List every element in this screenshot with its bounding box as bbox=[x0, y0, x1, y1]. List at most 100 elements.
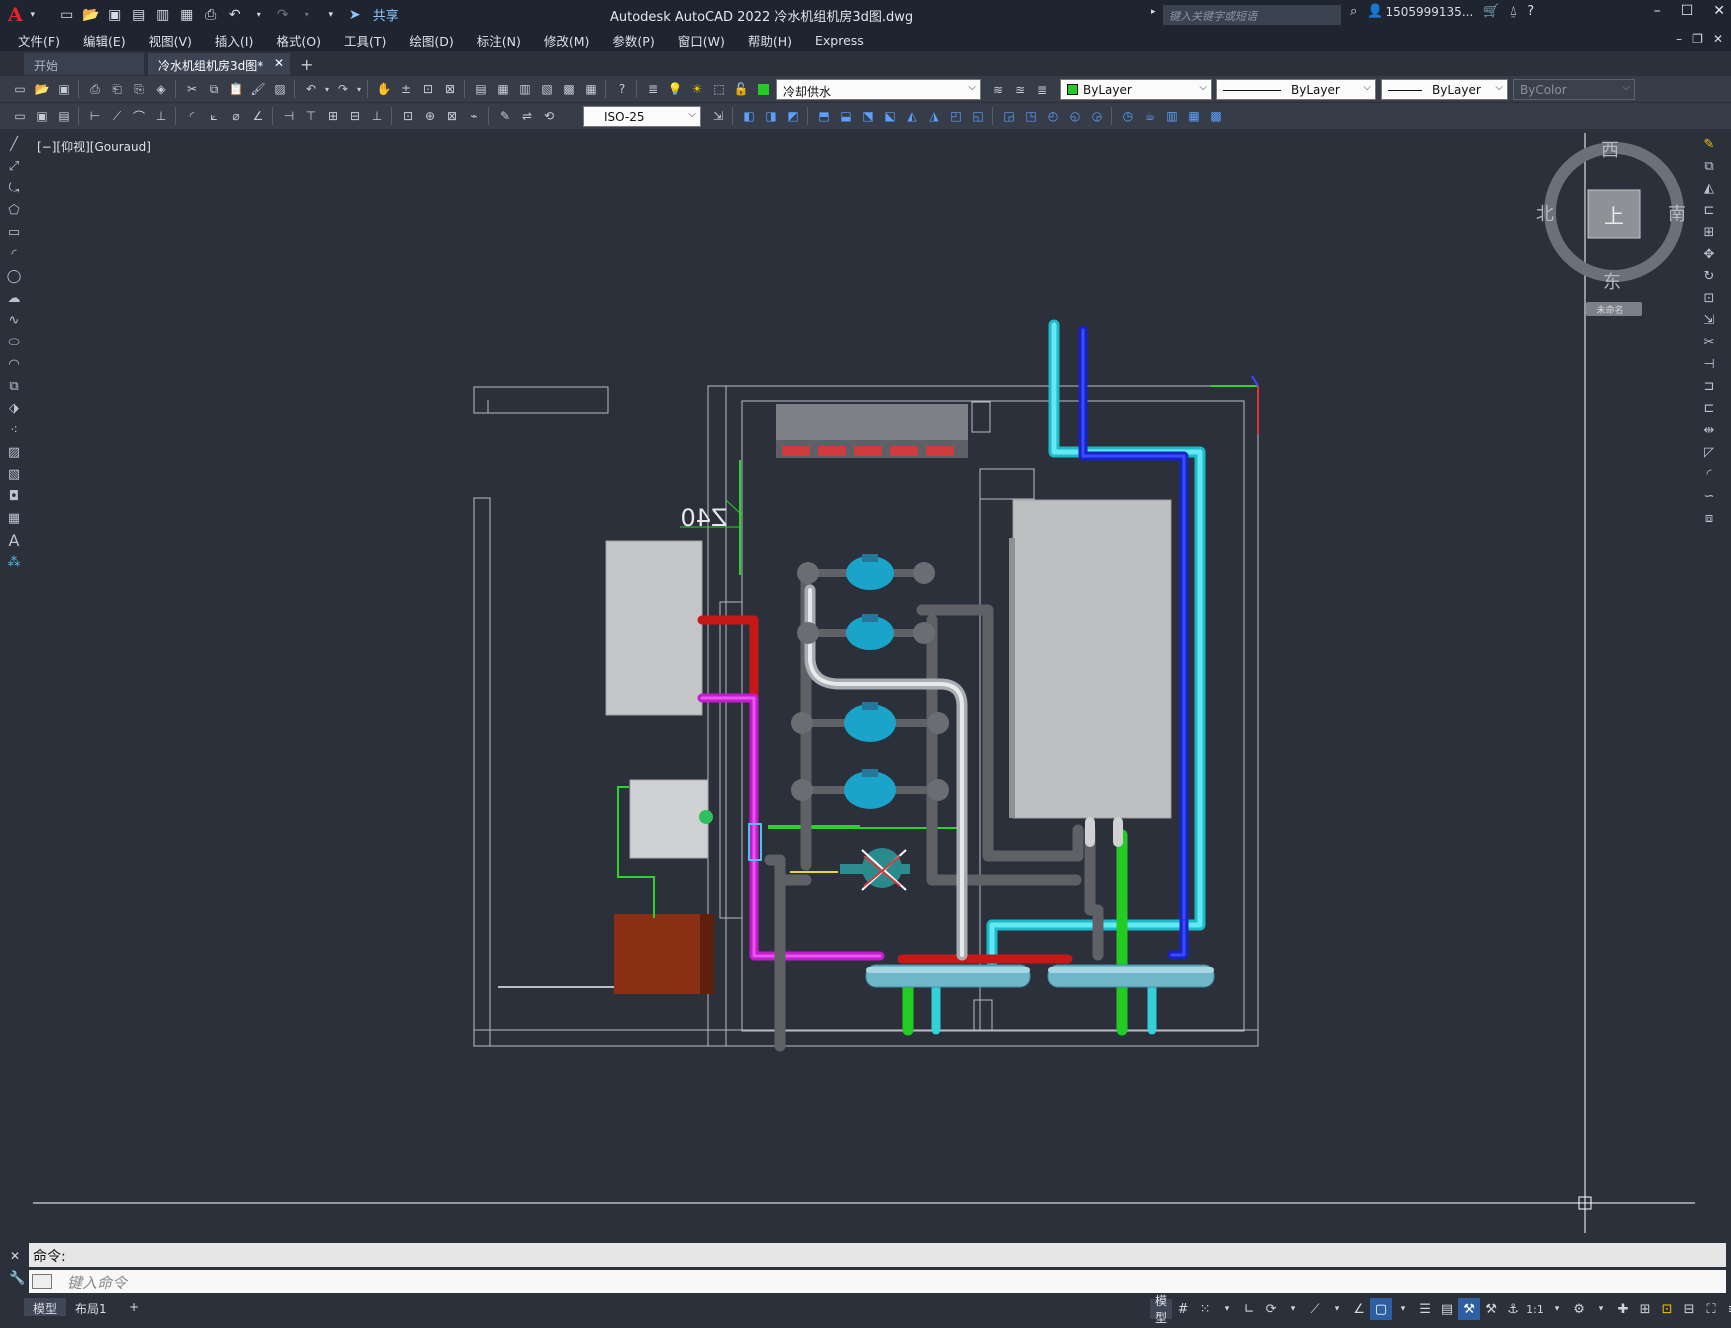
menu-insert[interactable]: 插入(I) bbox=[215, 31, 253, 50]
move-faces-icon[interactable]: ⬓ bbox=[836, 106, 856, 126]
calculator-icon[interactable]: ▦ bbox=[581, 79, 601, 99]
circle-icon[interactable]: ◯ bbox=[3, 265, 25, 287]
menu-express[interactable]: Express bbox=[815, 33, 864, 48]
layer-color-icon[interactable] bbox=[753, 79, 773, 99]
view-icon[interactable]: ▭ bbox=[10, 106, 30, 126]
annotation-scale-icon[interactable]: ⚓ bbox=[1502, 1298, 1524, 1320]
dim-update-icon[interactable]: ⟲ bbox=[539, 106, 559, 126]
compass-north[interactable]: 北 bbox=[1536, 204, 1554, 225]
redo-dropdown-icon[interactable]: ▾ bbox=[355, 79, 363, 99]
tolerance-icon[interactable]: ⊡ bbox=[398, 106, 418, 126]
layer-viewport-icon[interactable]: ⬚ bbox=[709, 79, 729, 99]
undo-dropdown-icon[interactable]: ▾ bbox=[323, 79, 331, 99]
redo-dropdown-icon[interactable]: ▾ bbox=[297, 5, 317, 25]
layer-dropdown[interactable]: 冷却供水 ⌵ bbox=[776, 79, 981, 100]
doc-minimize-button[interactable]: – bbox=[1676, 32, 1682, 46]
layer-lock-icon[interactable]: 🔓 bbox=[731, 79, 751, 99]
customization-menu-icon[interactable]: ≡ bbox=[1722, 1298, 1731, 1320]
polar-icon[interactable]: ⟳ bbox=[1260, 1298, 1282, 1320]
ellipse-icon[interactable]: ⬭ bbox=[3, 331, 25, 353]
share-icon[interactable]: ➤ bbox=[345, 5, 365, 25]
pump-row-3[interactable] bbox=[791, 702, 949, 742]
separate-icon[interactable]: ◴ bbox=[1043, 106, 1063, 126]
search-icon[interactable]: ⌕ bbox=[1350, 4, 1357, 19]
command-line-close-icon[interactable]: ✕ bbox=[10, 1249, 20, 1263]
camera-icon[interactable]: ▩ bbox=[1206, 106, 1226, 126]
insert-block-icon[interactable]: ⧉ bbox=[3, 375, 25, 397]
offset-icon[interactable]: ⊏ bbox=[1697, 199, 1721, 221]
save-as-icon[interactable]: ▤ bbox=[129, 5, 149, 25]
recent-commands-icon[interactable] bbox=[32, 1274, 52, 1289]
dim-diameter-icon[interactable]: ⌀ bbox=[226, 106, 246, 126]
intersect-icon[interactable]: ◩ bbox=[783, 106, 803, 126]
materials-icon[interactable]: ▥ bbox=[1162, 106, 1182, 126]
menu-dimension[interactable]: 标注(N) bbox=[477, 31, 521, 50]
add-selected-icon[interactable]: ⁂ bbox=[3, 551, 25, 573]
dim-arc-icon[interactable]: ⌒ bbox=[129, 106, 149, 126]
visual-styles-icon[interactable]: ◷ bbox=[1118, 106, 1138, 126]
cart-icon[interactable]: 🛒 bbox=[1483, 4, 1499, 19]
open-web-icon[interactable]: ▥ bbox=[153, 5, 173, 25]
dim-jogged-icon[interactable]: ⟀ bbox=[204, 106, 224, 126]
block-editor-icon[interactable]: ▨ bbox=[270, 79, 290, 99]
paste-icon[interactable]: 📋 bbox=[226, 79, 246, 99]
viewcube-face-top[interactable]: 上 bbox=[1604, 204, 1624, 228]
dim-edit-icon[interactable]: ✎ bbox=[495, 106, 515, 126]
lineweight-dropdown[interactable]: ByLayer ⌵ bbox=[1381, 79, 1508, 100]
clean-icon[interactable]: ◳ bbox=[1021, 106, 1041, 126]
open-file-icon[interactable]: 📂 bbox=[81, 5, 101, 25]
markup-icon[interactable]: ▩ bbox=[559, 79, 579, 99]
snap-dropdown-icon[interactable]: ▾ bbox=[1216, 1298, 1238, 1320]
zoom-window-icon[interactable]: ⊡ bbox=[418, 79, 438, 99]
new-tab-button[interactable]: + bbox=[300, 55, 313, 74]
command-input[interactable]: 键入命令 bbox=[29, 1270, 1726, 1293]
break-icon[interactable]: ⊏ bbox=[1697, 397, 1721, 419]
app-menu-arrow-icon[interactable]: ▾ bbox=[23, 5, 43, 25]
gradient-icon[interactable]: ▧ bbox=[3, 463, 25, 485]
customize-qat-icon[interactable]: ▾ bbox=[321, 5, 341, 25]
wcs-menu[interactable]: 未命名 bbox=[1596, 304, 1623, 316]
pump-row-1[interactable] bbox=[797, 554, 935, 590]
point-icon[interactable]: ⁖ bbox=[3, 419, 25, 441]
isolate-objects-icon[interactable]: ⊟ bbox=[1678, 1298, 1700, 1320]
compass-east[interactable]: 东 bbox=[1603, 272, 1621, 293]
control-cabinet[interactable] bbox=[605, 540, 703, 716]
cooling-tower-fans[interactable] bbox=[776, 404, 968, 458]
line-icon[interactable]: ╱ bbox=[3, 133, 25, 155]
center-mark-icon[interactable]: ⊕ bbox=[420, 106, 440, 126]
annotation-scale-value[interactable]: 1:1 bbox=[1524, 1298, 1546, 1320]
expansion-tank[interactable] bbox=[629, 779, 709, 859]
tab-start[interactable]: 开始 bbox=[24, 53, 144, 75]
menu-file[interactable]: 文件(F) bbox=[18, 31, 60, 50]
array-icon[interactable]: ⊞ bbox=[1697, 221, 1721, 243]
dim-angular-icon[interactable]: ∠ bbox=[248, 106, 268, 126]
construction-line-icon[interactable]: ⤢ bbox=[3, 155, 25, 177]
menu-help[interactable]: 帮助(H) bbox=[748, 31, 792, 50]
menu-window[interactable]: 窗口(W) bbox=[678, 31, 725, 50]
grid-icon[interactable]: # bbox=[1172, 1298, 1194, 1320]
return-header[interactable] bbox=[1047, 964, 1215, 988]
lineweight-icon[interactable]: ☰ bbox=[1414, 1298, 1436, 1320]
new-file-icon[interactable]: ▭ bbox=[57, 5, 77, 25]
scale-dropdown-icon[interactable]: ▾ bbox=[1546, 1298, 1568, 1320]
annotation-visibility-icon[interactable]: ⚒ bbox=[1458, 1298, 1481, 1320]
model-space-toggle[interactable]: 模型 bbox=[1150, 1294, 1173, 1325]
rotate-faces-icon[interactable]: ◭ bbox=[902, 106, 922, 126]
revision-cloud-icon[interactable]: ☁ bbox=[3, 287, 25, 309]
object-snap-tracking-icon[interactable]: ∠ bbox=[1348, 1298, 1370, 1320]
menu-modify[interactable]: 修改(M) bbox=[544, 31, 590, 50]
mirror-icon[interactable]: ◭ bbox=[1697, 177, 1721, 199]
autodesk-app-icon[interactable]: ⍙ bbox=[1509, 4, 1517, 19]
layer-walk-icon[interactable]: ▤ bbox=[54, 106, 74, 126]
workspace-gear-icon[interactable]: ⚙ bbox=[1568, 1298, 1590, 1320]
plot-icon[interactable]: ⎙ bbox=[201, 5, 221, 25]
undo-dropdown-icon[interactable]: ▾ bbox=[249, 5, 269, 25]
app-logo[interactable]: A bbox=[8, 4, 23, 26]
isodraft-icon[interactable]: ⟋ bbox=[1304, 1298, 1326, 1320]
tab-close-icon[interactable]: ✕ bbox=[274, 56, 284, 70]
compass-west[interactable]: 西 bbox=[1601, 140, 1619, 161]
chamfer-icon[interactable]: ◸ bbox=[1697, 441, 1721, 463]
save-icon[interactable]: ▣ bbox=[54, 79, 74, 99]
design-center-icon[interactable]: ▦ bbox=[493, 79, 513, 99]
sheet-set-icon[interactable]: ▧ bbox=[537, 79, 557, 99]
